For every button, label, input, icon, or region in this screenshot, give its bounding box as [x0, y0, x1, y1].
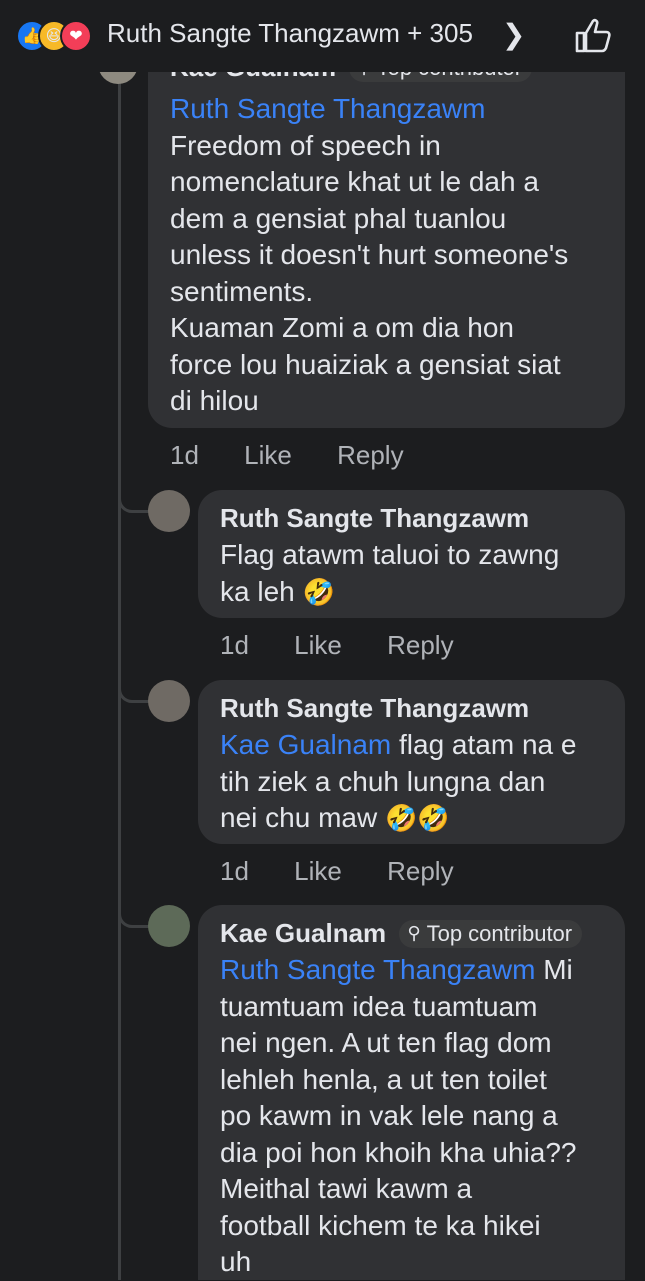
thumbs-up-icon[interactable]	[574, 18, 614, 54]
comment-text: Ruth Sangte Thangzawm Mi tuamtuam idea t…	[220, 954, 577, 1277]
top-contributor-badge: ⚲Top contributor	[399, 919, 583, 948]
mention-link[interactable]: Kae Gualnam	[220, 729, 391, 760]
comment-time: 1d	[170, 440, 199, 470]
mention-link[interactable]: Ruth Sangte Thangzawm	[220, 954, 535, 985]
rofl-emoji: 🤣	[302, 576, 335, 607]
avatar[interactable]	[148, 680, 190, 722]
comment-actions: 1d Like Reply	[170, 440, 442, 471]
comment-text: Ruth Sangte Thangzawm Freedom of speech …	[170, 91, 620, 420]
reply-connector	[118, 905, 151, 928]
avatar[interactable]	[148, 905, 190, 947]
reaction-summary[interactable]: 👍 😆 ❤	[16, 20, 106, 52]
love-icon: ❤	[60, 20, 92, 52]
thread-line	[118, 72, 121, 1280]
comment-time: 1d	[220, 630, 249, 660]
reactions-header[interactable]: 👍 😆 ❤ Ruth Sangte Thangzawm + 305 ❯	[0, 0, 645, 72]
comment-author[interactable]: Kae Gualnam ⚲Top contributor	[220, 918, 583, 949]
comment-author[interactable]: Ruth Sangte Thangzawm	[220, 693, 529, 724]
reply-connector	[118, 680, 151, 703]
rofl-emoji: 🤣🤣	[384, 803, 450, 833]
reply-button[interactable]: Reply	[387, 856, 453, 886]
avatar[interactable]	[148, 490, 190, 532]
reply-connector	[118, 490, 151, 513]
reply-button[interactable]: Reply	[337, 440, 403, 470]
like-button[interactable]: Like	[294, 856, 342, 886]
chevron-right-icon[interactable]: ❯	[502, 18, 525, 51]
comment-time: 1d	[220, 856, 249, 886]
reply-button[interactable]: Reply	[387, 630, 453, 660]
comment-actions: 1d Like Reply	[220, 856, 492, 887]
mention-link[interactable]: Ruth Sangte Thangzawm	[170, 91, 620, 128]
like-button[interactable]: Like	[244, 440, 292, 470]
comment-author[interactable]: Ruth Sangte Thangzawm	[220, 503, 529, 534]
reactors-title[interactable]: Ruth Sangte Thangzawm + 305	[107, 18, 473, 49]
comment-actions: 1d Like Reply	[220, 630, 492, 661]
like-button[interactable]: Like	[294, 630, 342, 660]
comment-text: Kae Gualnam flag atam na e tih ziek a ch…	[220, 727, 620, 837]
comment-text: Flag atawm taluoi to zawng ka leh 🤣	[220, 537, 620, 610]
badge-icon: ⚲	[407, 923, 421, 943]
